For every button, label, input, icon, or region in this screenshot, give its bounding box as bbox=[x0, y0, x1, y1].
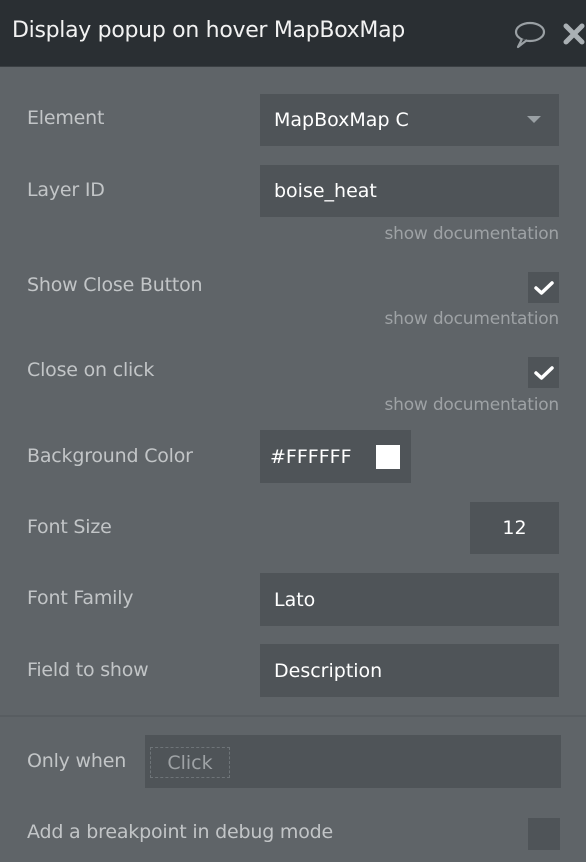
breakpoint-label: Add a breakpoint in debug mode bbox=[27, 821, 333, 843]
element-value: MapBoxMap C bbox=[274, 109, 409, 131]
background-color-value: #FFFFFF bbox=[270, 445, 352, 468]
font-family-input[interactable]: Lato bbox=[260, 573, 559, 626]
checkmark-icon bbox=[533, 280, 554, 295]
layer-id-value: boise_heat bbox=[274, 180, 377, 202]
panel-header: Display popup on hover MapBoxMap bbox=[0, 0, 586, 67]
section-divider bbox=[0, 715, 586, 717]
panel-title: Display popup on hover MapBoxMap bbox=[12, 18, 404, 43]
field-to-show-input[interactable]: Description bbox=[260, 644, 559, 697]
color-swatch bbox=[375, 444, 400, 469]
checkmark-icon bbox=[533, 365, 554, 380]
element-label: Element bbox=[27, 107, 105, 129]
field-to-show-value: Description bbox=[274, 659, 383, 682]
close-icon[interactable] bbox=[562, 22, 586, 46]
font-size-input[interactable]: 12 bbox=[470, 502, 559, 554]
layer-id-input[interactable]: boise_heat bbox=[260, 165, 559, 217]
close-on-click-label: Close on click bbox=[27, 359, 155, 381]
font-family-label: Font Family bbox=[27, 587, 134, 609]
element-dropdown[interactable]: MapBoxMap C bbox=[260, 94, 559, 146]
close-on-click-doc-link[interactable]: show documentation bbox=[385, 395, 560, 415]
font-size-label: Font Size bbox=[27, 516, 112, 538]
show-close-button-doc-link[interactable]: show documentation bbox=[385, 309, 560, 329]
breakpoint-checkbox[interactable] bbox=[528, 818, 560, 850]
background-color-picker[interactable]: #FFFFFF bbox=[260, 430, 411, 483]
background-color-label: Background Color bbox=[27, 445, 193, 467]
only-when-placeholder[interactable]: Click bbox=[150, 747, 230, 778]
chevron-down-icon bbox=[527, 116, 541, 123]
close-on-click-checkbox[interactable] bbox=[528, 357, 559, 388]
font-family-value: Lato bbox=[274, 588, 316, 611]
show-close-button-checkbox[interactable] bbox=[528, 272, 559, 303]
font-size-value: 12 bbox=[502, 517, 527, 539]
field-to-show-label: Field to show bbox=[27, 659, 149, 681]
only-when-label: Only when bbox=[27, 750, 127, 772]
speech-bubble-icon[interactable] bbox=[512, 20, 548, 50]
show-close-button-label: Show Close Button bbox=[27, 274, 203, 296]
layer-id-doc-link[interactable]: show documentation bbox=[385, 224, 560, 244]
layer-id-label: Layer ID bbox=[27, 179, 105, 201]
